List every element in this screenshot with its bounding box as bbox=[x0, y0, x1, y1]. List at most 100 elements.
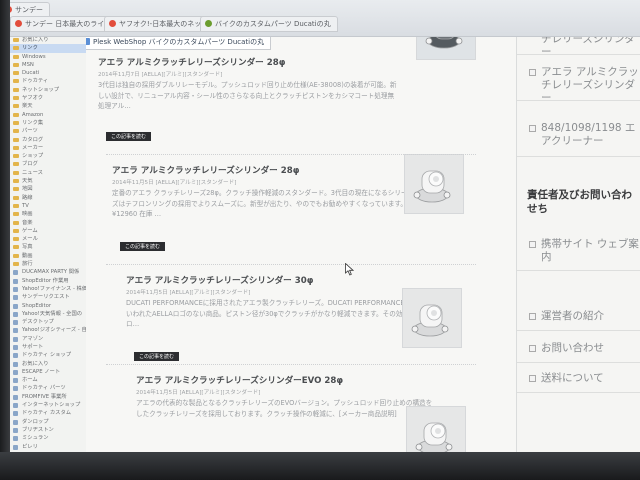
sidebar-separator bbox=[517, 362, 640, 363]
info-link[interactable]: お問い合わせ bbox=[525, 342, 640, 355]
tab-label: サンデー 日本最大のライ bbox=[25, 20, 105, 28]
tab-yahoo-auction[interactable]: ヤフオク!-日本最大のネット bbox=[104, 16, 216, 32]
page-icon bbox=[13, 419, 18, 425]
sidebar-bookmark-item[interactable]: ブリヂストン bbox=[10, 426, 86, 434]
sidebar-bookmark-item[interactable]: ニュース bbox=[10, 169, 86, 177]
page-icon bbox=[13, 411, 18, 417]
sidebar-bookmark-label: ネットショップ bbox=[22, 86, 60, 93]
info-link[interactable]: 携帯サイト ウェブ案内 bbox=[525, 238, 640, 264]
sidebar-bookmark-item[interactable]: メーカー bbox=[10, 144, 86, 152]
sidebar-bookmark-label: ESCAPE ノート bbox=[22, 368, 61, 375]
sidebar-bookmark-item[interactable]: 旅行 bbox=[10, 260, 86, 268]
sidebar-bookmark-item[interactable]: Yahoo!ジオシティーズ - 自 bbox=[10, 326, 86, 334]
sidebar-bookmark-item[interactable]: ESCAPE ノート bbox=[10, 368, 86, 376]
tab-sunday-store[interactable]: サンデー 日本最大のライ bbox=[10, 16, 112, 32]
sidebar-bookmark-item[interactable]: TV bbox=[10, 202, 86, 210]
sidebar-bookmark-item[interactable]: ドゥカティ ショップ bbox=[10, 351, 86, 359]
sidebar-bookmark-item[interactable]: MSN bbox=[10, 61, 86, 69]
sidebar-bookmark-label: Amazon bbox=[22, 111, 44, 118]
sidebar-bookmark-item[interactable]: ミシュラン bbox=[10, 434, 86, 442]
browser-tab-bar: サンデー サンデー 日本最大のライ ヤフオク!-日本最大のネット バイクのカスタ… bbox=[0, 0, 640, 37]
product-thumbnail[interactable] bbox=[406, 406, 466, 452]
sidebar-bookmark-item[interactable]: お気に入り bbox=[10, 36, 86, 44]
sidebar-bookmark-item[interactable]: 路線 bbox=[10, 194, 86, 202]
folder-icon bbox=[13, 187, 19, 192]
page-icon bbox=[13, 311, 18, 317]
sidebar-bookmark-label: ヤフオク bbox=[22, 95, 44, 102]
sidebar-bookmark-item[interactable]: ドゥカティ カスタム bbox=[10, 409, 86, 417]
sidebar-bookmark-item[interactable]: DUCAMAX PARTY 関係 bbox=[10, 268, 86, 276]
contact-section-heading: 責任者及びお問い合わせち bbox=[527, 189, 632, 215]
sidebar-bookmark-label: リンク集 bbox=[22, 119, 44, 126]
product-thumbnail[interactable] bbox=[416, 36, 476, 60]
sidebar-bookmark-item[interactable]: ショップ bbox=[10, 152, 86, 160]
folder-icon bbox=[13, 145, 19, 150]
sidebar-bookmark-item[interactable]: FROMFIVE 事業所 bbox=[10, 393, 86, 401]
page-icon bbox=[13, 303, 18, 309]
article-title-link[interactable]: アエラ アルミクラッチレリーズシリンダーEVO 28φ bbox=[136, 374, 343, 386]
sidebar-bookmark-item[interactable]: ドゥカティ bbox=[10, 77, 86, 85]
monitor-bezel-bottom bbox=[0, 452, 640, 480]
sidebar-bookmark-item[interactable]: Yahoo!ファイナンス - 株価・ bbox=[10, 285, 86, 293]
sidebar-bookmark-item[interactable]: Windows bbox=[10, 53, 86, 61]
folder-icon bbox=[13, 129, 19, 134]
sidebar-bookmark-item[interactable]: Amazon bbox=[10, 111, 86, 119]
info-link[interactable]: 送料について bbox=[525, 372, 640, 385]
info-link[interactable]: 運営者の紹介 bbox=[525, 310, 640, 323]
sidebar-bookmark-item[interactable]: 楽天 bbox=[10, 102, 86, 110]
sidebar-bookmark-item[interactable]: ネットショップ bbox=[10, 86, 86, 94]
sidebar-bookmark-item[interactable]: デスクトップ bbox=[10, 318, 86, 326]
read-more-button[interactable]: この記事を読む bbox=[106, 132, 152, 141]
sidebar-bookmark-item[interactable]: ブログ bbox=[10, 160, 86, 168]
clutch-cylinder-icon bbox=[403, 289, 461, 347]
folder-icon bbox=[13, 212, 19, 217]
sidebar-bookmark-item[interactable]: ピレリ bbox=[10, 443, 86, 451]
folder-icon bbox=[13, 237, 19, 242]
sidebar-bookmark-item[interactable]: 動画 bbox=[10, 252, 86, 260]
sidebar-bookmark-item[interactable]: ダンロップ bbox=[10, 418, 86, 426]
sidebar-bookmark-item[interactable]: アマゾン bbox=[10, 335, 86, 343]
folder-icon bbox=[13, 38, 19, 42]
sidebar-bookmark-item[interactable]: Ducati bbox=[10, 69, 86, 77]
article-title-link[interactable]: アエラ アルミクラッチレリーズシリンダー 28φ bbox=[98, 56, 285, 68]
sidebar-bookmark-item[interactable]: リンク集 bbox=[10, 119, 86, 127]
sidebar-bookmark-item[interactable]: 地図 bbox=[10, 185, 86, 193]
article-title-link[interactable]: アエラ アルミクラッチレリーズシリンダー 28φ bbox=[112, 164, 299, 176]
sidebar-bookmark-item[interactable]: ヤフオク bbox=[10, 94, 86, 102]
sidebar-bookmark-label: パーツ bbox=[22, 128, 38, 135]
sidebar-bookmark-item[interactable]: メール bbox=[10, 235, 86, 243]
sidebar-bookmark-item[interactable]: サンデーリクエスト bbox=[10, 293, 86, 301]
sidebar-bookmark-item[interactable]: ホーム bbox=[10, 376, 86, 384]
read-more-button[interactable]: この記事を読む bbox=[134, 352, 180, 361]
active-tab[interactable]: Plesk WebShop バイクのカスタムパーツ Ducatiの丸 bbox=[86, 36, 272, 50]
sidebar-bookmark-item[interactable]: お気に入り bbox=[10, 360, 86, 368]
product-thumbnail[interactable] bbox=[404, 154, 464, 214]
tab-label: バイクのカスタムパーツ Ducatiの丸 bbox=[215, 20, 331, 28]
sidebar-bookmark-label: 楽天 bbox=[22, 103, 33, 110]
sidebar-bookmark-item[interactable]: ShopEditor bbox=[10, 302, 86, 310]
sidebar-bookmark-item[interactable]: インターネットショップ bbox=[10, 401, 86, 409]
sidebar-bookmark-item[interactable]: サポート bbox=[10, 343, 86, 351]
sidebar-bookmark-item[interactable]: パーツ bbox=[10, 127, 86, 135]
article-title-link[interactable]: アエラ アルミクラッチレリーズシリンダー 30φ bbox=[126, 274, 313, 286]
tab-bike-custom-parts[interactable]: バイクのカスタムパーツ Ducatiの丸 bbox=[200, 16, 338, 32]
recent-post-link[interactable]: 848/1098/1198 エアクリーナー bbox=[525, 122, 640, 148]
sidebar-bookmark-item[interactable]: 写真 bbox=[10, 243, 86, 251]
sidebar-bookmark-item[interactable]: ゲーム bbox=[10, 227, 86, 235]
page-favicon bbox=[86, 38, 90, 45]
sidebar-bookmark-item[interactable]: カタログ bbox=[10, 136, 86, 144]
read-more-button[interactable]: この記事を読む bbox=[120, 242, 166, 251]
sidebar-bookmark-item[interactable]: リンク bbox=[10, 44, 86, 53]
sidebar-separator bbox=[517, 54, 640, 55]
sidebar-bookmark-item[interactable]: Yahoo!天気情報 - 全国の bbox=[10, 310, 86, 318]
sidebar-bookmark-label: ミシュラン bbox=[22, 435, 49, 442]
product-thumbnail[interactable] bbox=[402, 288, 462, 348]
square-bullet-icon bbox=[529, 345, 536, 352]
sidebar-bookmark-item[interactable]: ShopEditor 作業用 bbox=[10, 277, 86, 285]
folder-icon bbox=[13, 79, 19, 84]
sidebar-bookmark-item[interactable]: 天気 bbox=[10, 177, 86, 185]
page-icon bbox=[13, 369, 18, 375]
sidebar-bookmark-item[interactable]: ドゥカティ パーツ bbox=[10, 384, 86, 392]
sidebar-bookmark-item[interactable]: 映画 bbox=[10, 210, 86, 218]
sidebar-bookmark-item[interactable]: 音楽 bbox=[10, 219, 86, 227]
